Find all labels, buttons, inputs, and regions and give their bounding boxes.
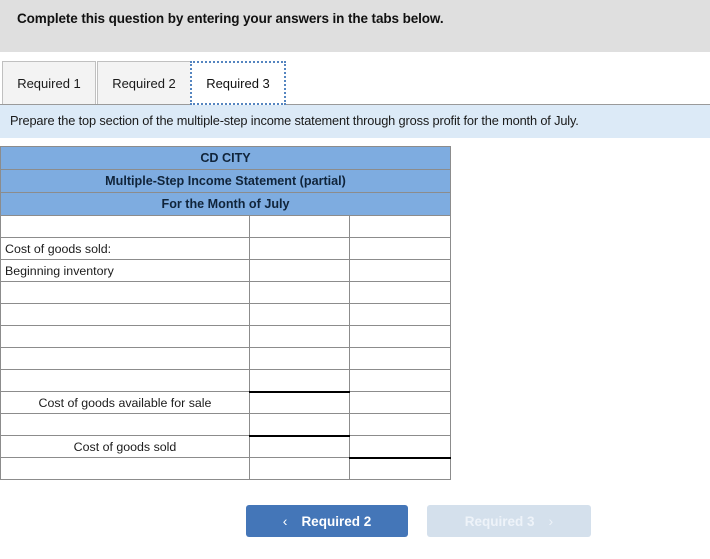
worksheet-title-line: Multiple-Step Income Statement (partial) (0, 169, 452, 193)
worksheet-amount-cell-2[interactable] (348, 347, 452, 370)
worksheet-amount-cell-2[interactable] (348, 325, 452, 348)
worksheet-row-label[interactable] (0, 457, 250, 480)
tab-required-1-label: Required 1 (17, 75, 81, 91)
table-row (0, 456, 452, 480)
worksheet-row-label[interactable] (0, 325, 250, 348)
worksheet-amount-cell-2[interactable] (348, 259, 452, 282)
chevron-left-icon: ‹ (282, 513, 288, 529)
table-row: Beginning inventory (0, 259, 452, 282)
worksheet-row-label[interactable] (0, 281, 250, 304)
table-row: Cost of goods sold: (0, 237, 452, 260)
table-row (0, 215, 452, 238)
worksheet-title-row: CD CITY (0, 146, 452, 170)
worksheet-amount-cell-1[interactable] (249, 259, 350, 282)
table-row (0, 413, 452, 436)
tab-required-2[interactable]: Required 2 (97, 61, 191, 105)
worksheet-amount-cell-1[interactable] (249, 325, 350, 348)
worksheet-title-line: CD CITY (0, 146, 452, 170)
worksheet-amount-cell-1[interactable] (249, 237, 350, 260)
table-row: Cost of goods available for sale (0, 390, 452, 414)
worksheet-amount-cell-1[interactable] (249, 347, 350, 370)
question-instruction-text: Prepare the top section of the multiple-… (10, 113, 579, 128)
worksheet-title-line: For the Month of July (0, 192, 452, 216)
tab-required-3[interactable]: Required 3 (190, 61, 286, 105)
worksheet-row-label[interactable] (0, 347, 250, 370)
next-required-button[interactable]: Required 3 › (427, 505, 591, 537)
worksheet-amount-cell-2[interactable] (348, 369, 452, 392)
page-title: Complete this question by entering your … (17, 11, 444, 26)
question-instruction-band: Prepare the top section of the multiple-… (0, 105, 710, 138)
worksheet-row-label[interactable]: Cost of goods available for sale (0, 391, 250, 414)
tab-required-2-label: Required 2 (112, 75, 176, 91)
worksheet-amount-cell-2[interactable] (348, 303, 452, 326)
table-row (0, 347, 452, 370)
worksheet-amount-cell-2[interactable] (348, 456, 452, 480)
worksheet-amount-cell-2[interactable] (348, 215, 452, 238)
table-row (0, 325, 452, 348)
table-row (0, 281, 452, 304)
worksheet-row-label[interactable] (0, 413, 250, 436)
worksheet-row-label[interactable] (0, 303, 250, 326)
worksheet-row-label[interactable]: Cost of goods sold: (0, 237, 250, 260)
worksheet-amount-cell-1[interactable] (249, 281, 350, 304)
worksheet-title-row: For the Month of July (0, 192, 452, 216)
instruction-banner: Complete this question by entering your … (0, 0, 710, 52)
table-row (0, 369, 452, 392)
worksheet-row-label[interactable]: Cost of goods sold (0, 435, 250, 458)
worksheet-row-label[interactable]: Beginning inventory (0, 259, 250, 282)
worksheet-amount-cell-2[interactable] (348, 237, 452, 260)
worksheet-amount-cell-1[interactable] (249, 369, 350, 392)
worksheet-row-label[interactable] (0, 369, 250, 392)
next-required-label: Required 3 (464, 513, 535, 529)
worksheet-amount-cell-1[interactable] (249, 457, 350, 480)
previous-required-label: Required 2 (301, 513, 372, 529)
table-row (0, 303, 452, 326)
worksheet-amount-cell-2[interactable] (348, 435, 452, 458)
worksheet-amount-cell-1[interactable] (249, 303, 350, 326)
tab-required-1[interactable]: Required 1 (2, 61, 96, 105)
worksheet-amount-cell-2[interactable] (348, 281, 452, 304)
income-statement-worksheet: CD CITY Multiple-Step Income Statement (p… (0, 146, 452, 480)
worksheet-amount-cell-1[interactable] (249, 390, 350, 414)
worksheet-row-label[interactable] (0, 215, 250, 238)
worksheet-amount-cell-1[interactable] (249, 434, 350, 458)
previous-required-button[interactable]: ‹ Required 2 (246, 505, 408, 537)
worksheet-amount-cell-1[interactable] (249, 215, 350, 238)
worksheet-title-row: Multiple-Step Income Statement (partial) (0, 169, 452, 193)
worksheet-amount-cell-2[interactable] (348, 413, 452, 436)
tab-required-3-label: Required 3 (206, 75, 270, 91)
table-row: Cost of goods sold (0, 434, 452, 458)
worksheet-amount-cell-1[interactable] (249, 413, 350, 436)
tab-bar: Required 1 Required 2 Required 3 (0, 52, 710, 105)
worksheet-amount-cell-2[interactable] (348, 391, 452, 414)
chevron-right-icon: › (548, 513, 554, 529)
